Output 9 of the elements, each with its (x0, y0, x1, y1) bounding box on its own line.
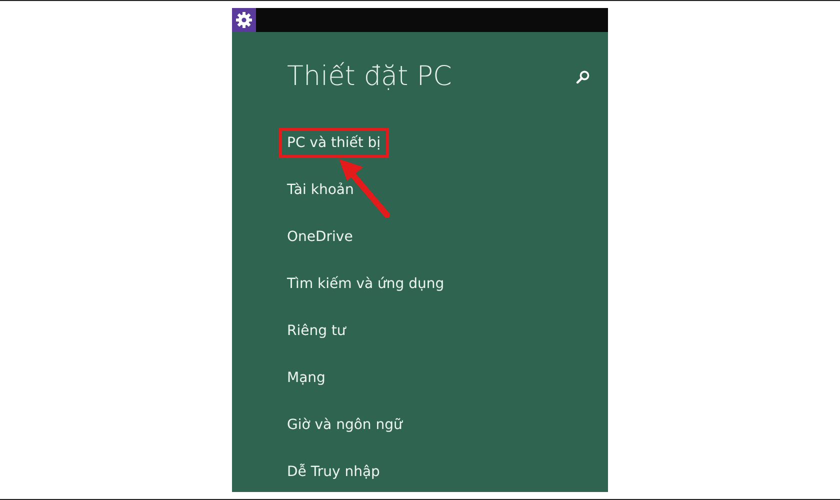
menu-item[interactable]: Dễ Truy nhập (287, 462, 380, 482)
menu-item[interactable]: Riêng tư (287, 321, 346, 341)
menu-item[interactable]: Tài khoản (287, 180, 354, 200)
menu-item[interactable]: Giờ và ngôn ngữ (287, 415, 402, 435)
page-title: Thiết đặt PC (287, 60, 452, 94)
menu-item[interactable]: Mạng (287, 368, 326, 388)
menu-item[interactable]: Tìm kiếm và ứng dụng (287, 274, 444, 294)
search-icon[interactable] (576, 70, 590, 84)
menu-item[interactable]: OneDrive (287, 227, 353, 247)
